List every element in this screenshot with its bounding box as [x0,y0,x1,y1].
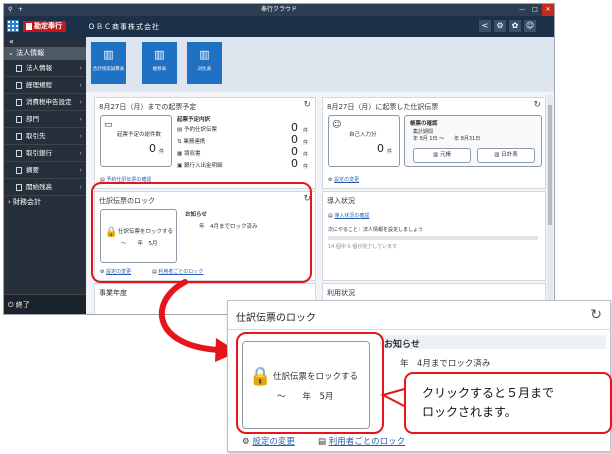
callout-line1: クリックすると５月まで [422,386,555,400]
callout-box: クリックすると５月まで ロックされます。 [404,372,612,434]
callout-line2: ロックされます。 [422,405,517,419]
